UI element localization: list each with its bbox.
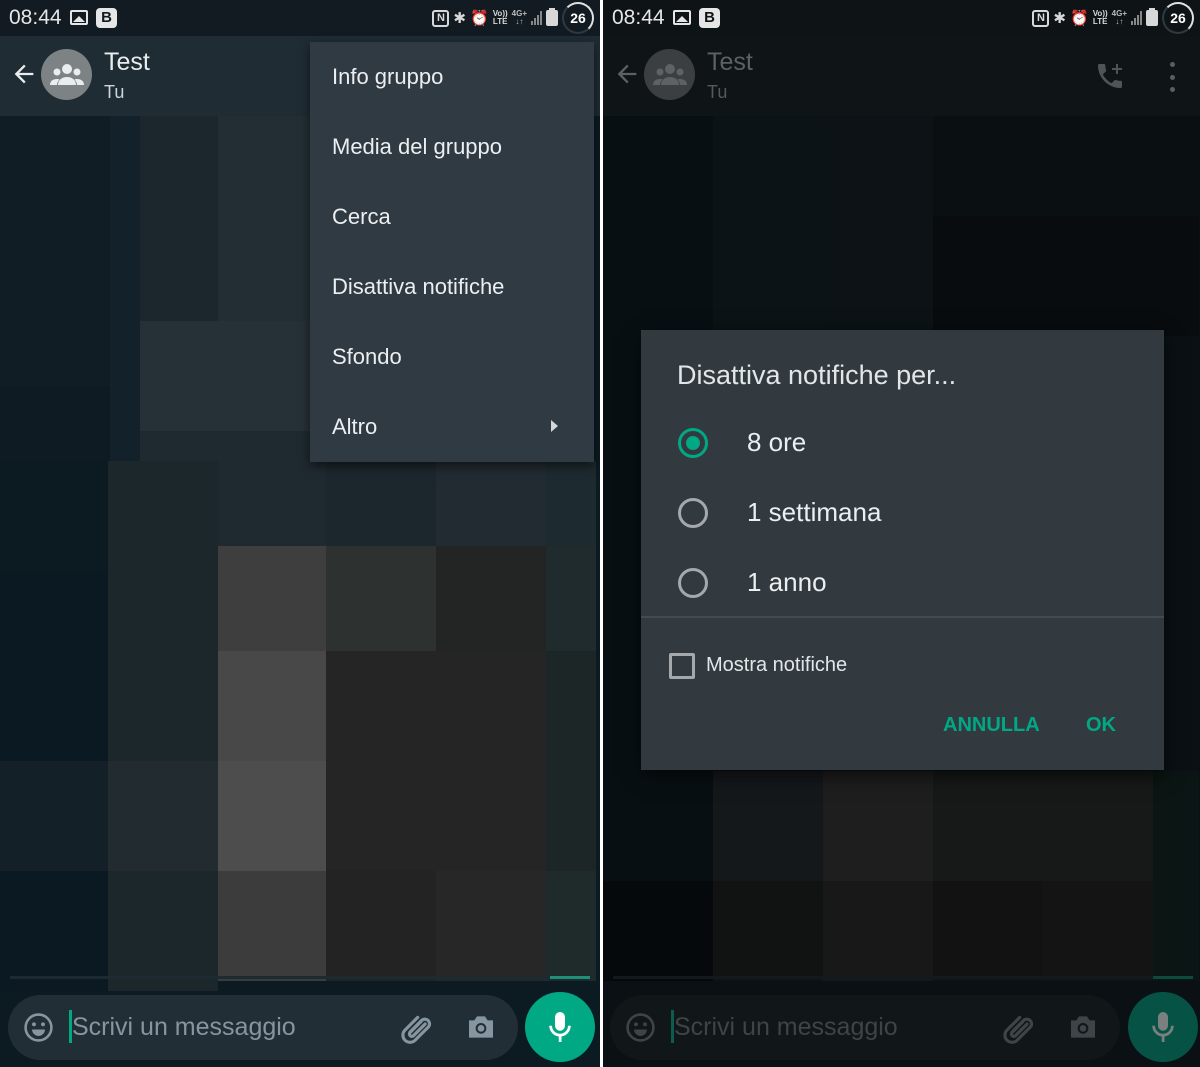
alarm-icon: ⏰: [1070, 9, 1089, 27]
menu-item-info-gruppo[interactable]: Info gruppo: [310, 42, 594, 112]
group-icon: [49, 63, 84, 85]
dialog-divider: [641, 616, 1164, 618]
group-avatar[interactable]: [41, 49, 92, 100]
menu-item-media-del-gruppo[interactable]: Media del gruppo: [310, 112, 594, 182]
battery-icon: [546, 8, 558, 26]
paperclip-icon[interactable]: [398, 1009, 438, 1047]
group-icon: [652, 63, 687, 85]
nfc-icon: N: [432, 9, 450, 27]
radio-button[interactable]: [678, 498, 708, 528]
chat-header: Test Tu: [603, 36, 1200, 116]
chat-title[interactable]: Test: [104, 48, 150, 77]
menu-item-label: Info gruppo: [332, 64, 444, 89]
menu-item-cerca[interactable]: Cerca: [310, 182, 594, 252]
battery-icon: [1146, 8, 1158, 26]
voice-record-button[interactable]: [525, 992, 595, 1062]
menu-item-label: Media del gruppo: [332, 134, 503, 159]
emoji-icon[interactable]: [625, 1012, 656, 1043]
back-arrow-icon[interactable]: [613, 60, 641, 88]
mute-option-1-week[interactable]: 1 settimana: [641, 477, 1164, 547]
chat-subtitle: Tu: [707, 82, 728, 102]
mute-option-1-year[interactable]: 1 anno: [641, 547, 1164, 617]
camera-icon[interactable]: [1066, 1011, 1100, 1043]
status-bar: 08:44 B N ✱ ⏰ Vo)) LTE 4G+ ↓↑ 26: [603, 0, 1200, 36]
chat-title[interactable]: Test: [707, 48, 753, 77]
status-bar: 08:44 B N ✱ ⏰ Vo)) LTE 4G+ ↓↑ 26: [0, 0, 600, 36]
back-arrow-icon[interactable]: [10, 60, 38, 88]
submenu-arrow-icon: [551, 420, 558, 432]
status-icons: N ✱ ⏰ Vo)) LTE 4G+ ↓↑ 26: [432, 2, 594, 34]
menu-item-disattiva-notifiche[interactable]: Disattiva notifiche: [310, 252, 594, 322]
camera-icon[interactable]: [464, 1011, 498, 1043]
message-composer: [8, 995, 518, 1060]
radio-label: 8 ore: [747, 427, 807, 457]
cancel-button[interactable]: ANNULLA: [943, 714, 1040, 737]
radio-button-checked[interactable]: [678, 428, 708, 458]
voice-record-button[interactable]: [1128, 992, 1198, 1062]
signal-icon: [1131, 11, 1142, 25]
group-avatar[interactable]: [644, 49, 695, 100]
volte-icon: Vo)) LTE: [1092, 9, 1108, 26]
checkbox-label: Mostra notifiche: [706, 654, 848, 676]
radio-button[interactable]: [678, 568, 708, 598]
battery-percent-badge: 26: [1162, 2, 1194, 34]
volte-icon: Vo)) LTE: [492, 9, 508, 26]
menu-item-label: Altro: [332, 414, 378, 439]
dialog-title: Disattiva notifiche per...: [677, 360, 957, 390]
mute-option-8-hours[interactable]: 8 ore: [641, 407, 1164, 477]
nfc-icon: N: [1032, 9, 1050, 27]
more-options-icon[interactable]: [1164, 62, 1180, 92]
radio-label: 1 settimana: [747, 497, 882, 527]
4g-plus-icon: 4G+ ↓↑: [511, 9, 527, 26]
message-input[interactable]: [72, 1009, 372, 1045]
mute-notifications-dialog: Disattiva notifiche per... 8 ore 1 setti…: [641, 330, 1164, 770]
alarm-icon: ⏰: [470, 9, 489, 27]
battery-percent-badge: 26: [562, 2, 594, 34]
composer-divider: [613, 976, 1193, 979]
ok-button[interactable]: OK: [1086, 714, 1116, 737]
menu-item-altro[interactable]: Altro: [310, 392, 594, 462]
phone-screen-right: 08:44 B N ✱ ⏰ Vo)) LTE 4G+ ↓↑ 26 Test Tu…: [603, 0, 1200, 1067]
radio-label: 1 anno: [747, 567, 827, 597]
menu-item-label: Sfondo: [332, 344, 402, 369]
phone-screen-left: 08:44 B N ✱ ⏰ Vo)) LTE 4G+ ↓↑ 26 Test Tu…: [0, 0, 600, 1067]
message-composer: [610, 995, 1120, 1060]
gallery-icon: [673, 10, 691, 25]
menu-item-sfondo[interactable]: Sfondo: [310, 322, 594, 392]
signal-icon: [531, 11, 542, 25]
overflow-menu: Info gruppo Media del gruppo Cerca Disat…: [310, 42, 594, 462]
4g-plus-icon: 4G+ ↓↑: [1111, 9, 1127, 26]
paperclip-icon[interactable]: [1000, 1009, 1040, 1047]
show-notifications-checkbox[interactable]: [669, 653, 695, 679]
message-input[interactable]: [674, 1009, 974, 1045]
bluetooth-icon: ✱: [1053, 9, 1066, 27]
bluetooth-icon: ✱: [453, 9, 466, 27]
composer-divider: [10, 976, 590, 979]
menu-item-label: Disattiva notifiche: [332, 274, 505, 299]
microphone-icon: [1152, 1012, 1174, 1042]
menu-item-label: Cerca: [332, 204, 391, 229]
status-time: 08:44: [9, 6, 62, 29]
microphone-icon: [549, 1012, 571, 1042]
status-time: 08:44: [612, 6, 665, 29]
gallery-icon: [70, 10, 88, 25]
add-call-icon[interactable]: [1094, 60, 1126, 92]
emoji-icon[interactable]: [23, 1012, 54, 1043]
b-badge-icon: B: [96, 8, 117, 28]
status-icons: N ✱ ⏰ Vo)) LTE 4G+ ↓↑ 26: [1032, 2, 1194, 34]
b-badge-icon: B: [699, 8, 720, 28]
chat-subtitle: Tu: [104, 82, 125, 102]
